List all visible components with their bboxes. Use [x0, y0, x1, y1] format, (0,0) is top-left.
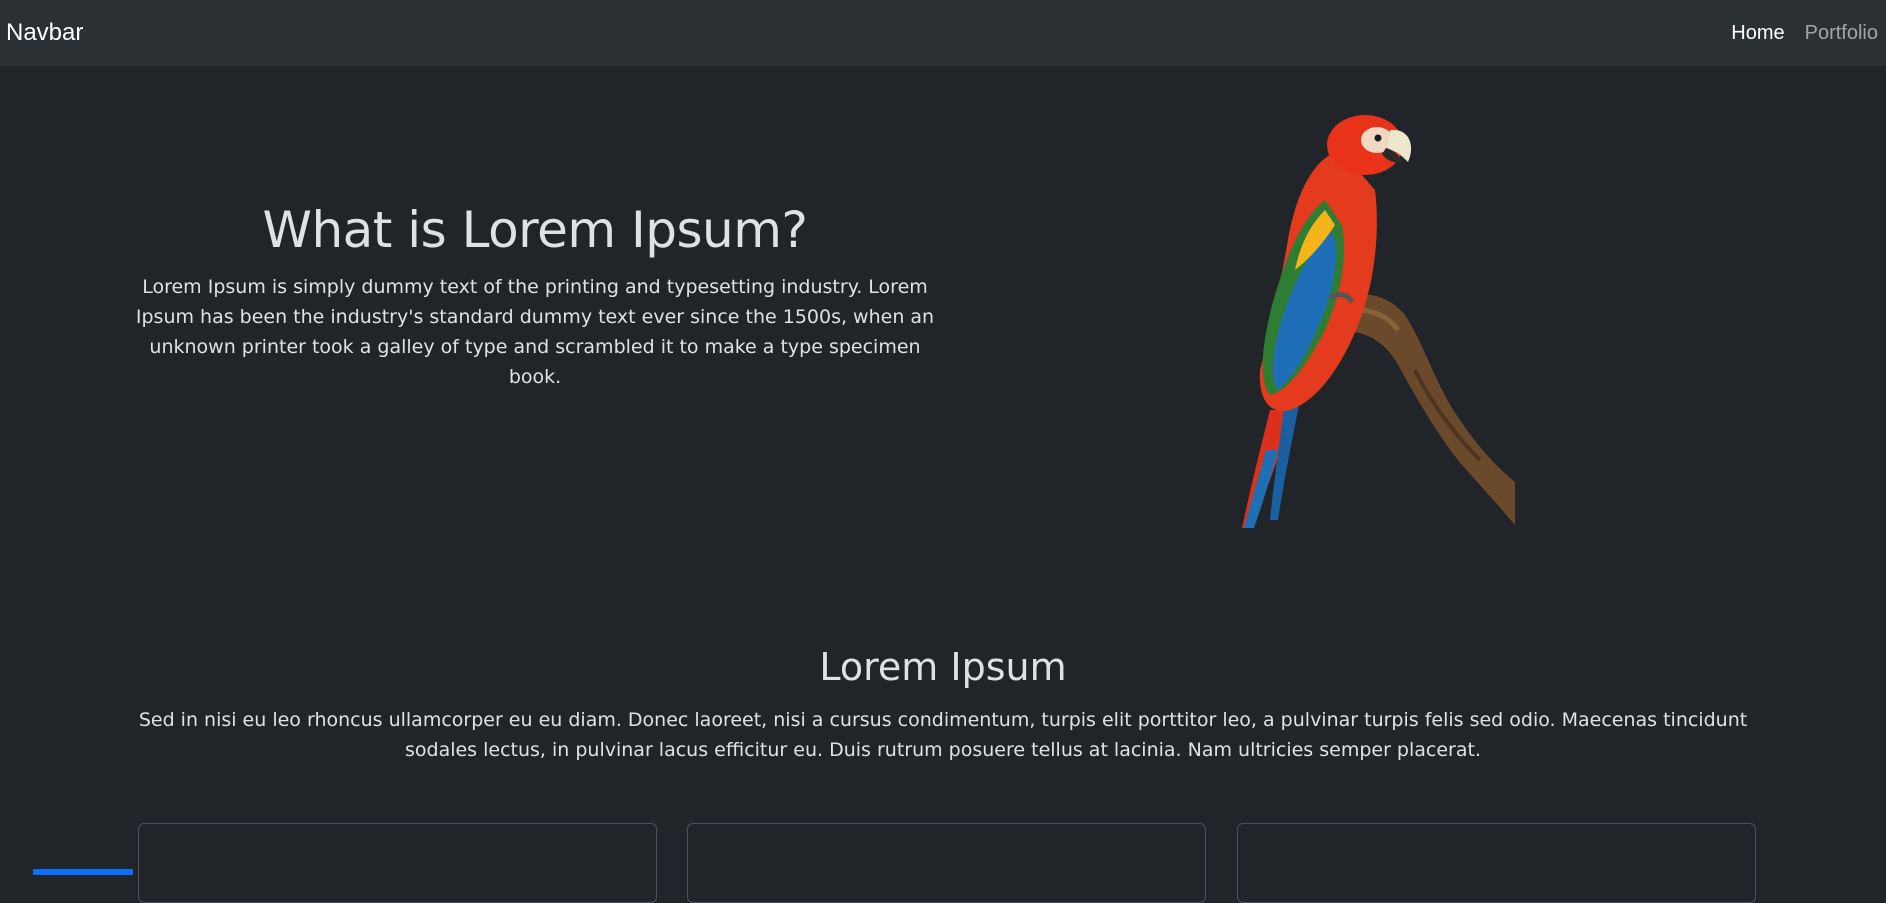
card-3: [1237, 823, 1756, 903]
nav-link-portfolio[interactable]: Portfolio: [1805, 22, 1878, 45]
hero-title: What is Lorem Ipsum?: [262, 201, 808, 259]
hero-text: What is Lorem Ipsum? Lorem Ipsum is simp…: [130, 200, 940, 392]
card-1: [138, 823, 657, 903]
loading-indicator: [33, 869, 133, 875]
hero-image: [1230, 110, 1530, 530]
nav-link-home[interactable]: Home: [1731, 22, 1784, 45]
navbar-brand[interactable]: Navbar: [6, 19, 83, 47]
card-2: [687, 823, 1206, 903]
parrot-illustration: [1242, 115, 1515, 528]
section-title: Lorem Ipsum: [819, 645, 1067, 689]
lorem-section: Lorem Ipsum Sed in nisi eu leo rhoncus u…: [130, 645, 1756, 765]
nav-links: Home Portfolio: [1731, 22, 1880, 45]
navbar: Navbar Home Portfolio: [0, 0, 1886, 66]
hero-body: Lorem Ipsum is simply dummy text of the …: [135, 276, 935, 388]
section-body: Sed in nisi eu leo rhoncus ullamcorper e…: [138, 709, 1748, 761]
